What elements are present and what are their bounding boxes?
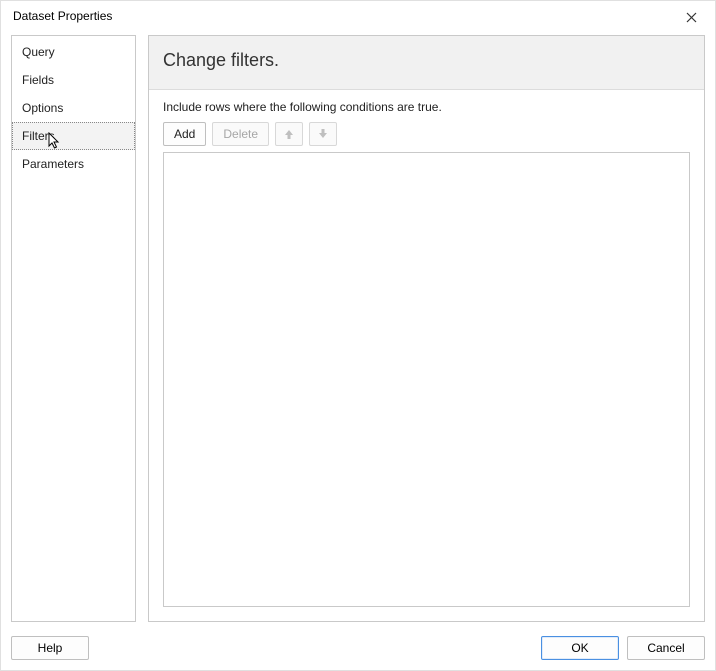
sidebar: Query Fields Options Filters Parameters [11, 35, 136, 622]
main-header: Change filters. [149, 36, 704, 90]
cancel-button[interactable]: Cancel [627, 636, 705, 660]
arrow-down-icon [318, 128, 328, 140]
help-button[interactable]: Help [11, 636, 89, 660]
move-up-button[interactable] [275, 122, 303, 146]
titlebar: Dataset Properties [1, 1, 715, 31]
sidebar-item-parameters[interactable]: Parameters [12, 150, 135, 178]
delete-button-label: Delete [223, 127, 258, 141]
dialog-body: Query Fields Options Filters Parameters … [1, 31, 715, 630]
help-button-label: Help [38, 641, 63, 655]
main-content: Include rows where the following conditi… [149, 90, 704, 621]
sidebar-item-query[interactable]: Query [12, 38, 135, 66]
close-icon [686, 12, 697, 23]
sidebar-item-filters[interactable]: Filters [12, 122, 135, 150]
sidebar-item-label: Parameters [22, 157, 84, 171]
ok-button[interactable]: OK [541, 636, 619, 660]
move-down-button[interactable] [309, 122, 337, 146]
sidebar-item-label: Fields [22, 73, 54, 87]
sidebar-item-label: Filters [22, 129, 55, 143]
add-button-label: Add [174, 127, 195, 141]
sidebar-item-label: Options [22, 101, 63, 115]
sidebar-item-fields[interactable]: Fields [12, 66, 135, 94]
page-heading: Change filters. [163, 50, 690, 71]
close-button[interactable] [673, 5, 709, 29]
cancel-button-label: Cancel [647, 641, 684, 655]
filters-list[interactable] [163, 152, 690, 607]
dialog-title: Dataset Properties [13, 7, 112, 23]
delete-button[interactable]: Delete [212, 122, 269, 146]
dialog-footer: Help OK Cancel [1, 630, 715, 670]
arrow-up-icon [284, 128, 294, 140]
filters-toolbar: Add Delete [163, 122, 690, 146]
description-text: Include rows where the following conditi… [163, 100, 690, 114]
sidebar-item-options[interactable]: Options [12, 94, 135, 122]
footer-right: OK Cancel [541, 636, 705, 660]
add-button[interactable]: Add [163, 122, 206, 146]
main-panel: Change filters. Include rows where the f… [148, 35, 705, 622]
sidebar-item-label: Query [22, 45, 55, 59]
ok-button-label: OK [571, 641, 588, 655]
dataset-properties-dialog: Dataset Properties Query Fields Options … [0, 0, 716, 671]
